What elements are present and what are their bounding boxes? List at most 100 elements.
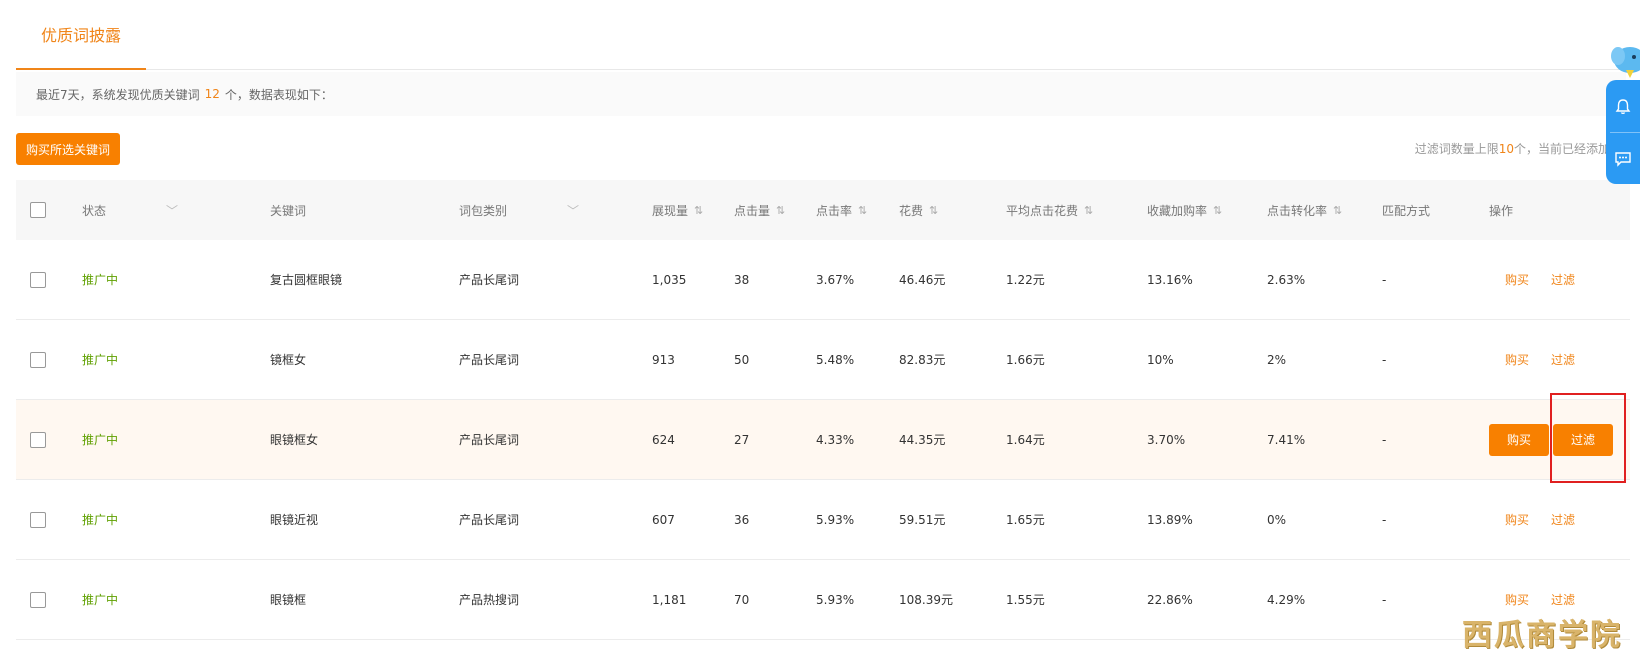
table-row: 推广中 眼镜框女 产品长尾词 624 27 4.33% 44.35元 1.64元…	[16, 400, 1630, 480]
cost-cell: 108.39元	[899, 593, 953, 607]
fav-cart-rate-cell: 13.89%	[1147, 512, 1193, 527]
filter-link[interactable]: 过滤	[1551, 271, 1575, 288]
notice-bar: 最近7天，系统发现优质关键词 12 个，数据表现如下：	[16, 72, 1626, 116]
fav-cart-rate-cell: 22.86%	[1147, 592, 1193, 607]
keyword-cell: 镜框女	[270, 353, 307, 367]
match-type-cell: -	[1382, 432, 1387, 447]
sort-icon[interactable]: ⇅	[1333, 204, 1342, 217]
sort-icon[interactable]: ⇅	[1213, 204, 1222, 217]
header-match-type: 匹配方式	[1382, 180, 1482, 240]
panel-divider	[1610, 132, 1640, 133]
status-cell: 推广中	[82, 273, 119, 287]
status-cell: 推广中	[82, 513, 119, 527]
buy-button[interactable]: 购买	[1489, 423, 1549, 456]
status-cell: 推广中	[82, 353, 119, 367]
row-checkbox[interactable]	[30, 591, 46, 608]
sort-icon[interactable]: ⇅	[929, 204, 938, 217]
notice-suffix: 个，数据表现如下：	[224, 87, 333, 102]
header-impressions[interactable]: 展现量 ⇅	[652, 180, 732, 240]
impressions-cell: 1,181	[652, 592, 687, 607]
row-checkbox[interactable]	[30, 431, 46, 448]
clicks-cell: 38	[734, 272, 750, 287]
row-select-cell	[30, 400, 60, 479]
header-clicks-label: 点击量	[734, 203, 771, 218]
filter-link[interactable]: 过滤	[1551, 351, 1575, 368]
chevron-down-icon[interactable]: ﹀	[166, 202, 178, 219]
avg-cpc-cell: 1.66元	[1006, 353, 1045, 367]
avg-cpc-cell: 1.65元	[1006, 513, 1045, 527]
buy-link[interactable]: 购买	[1505, 271, 1529, 288]
header-clicks[interactable]: 点击量 ⇅	[734, 180, 814, 240]
fav-cart-rate-cell: 10%	[1147, 352, 1174, 367]
chat-icon	[1615, 152, 1631, 167]
keyword-cell: 眼镜框女	[270, 433, 319, 447]
header-actions: 操作	[1489, 180, 1629, 240]
actions-cell: 购买 过滤	[1489, 320, 1629, 399]
table-header: 状态 ﹀ 关键词 词包类别 ﹀ 展现量 ⇅ 点击量 ⇅ 点击率 ⇅ 花费 ⇅ 平均点击花费 ⇅…	[16, 180, 1630, 240]
ctr-cell: 5.48%	[816, 352, 855, 367]
select-all-checkbox[interactable]	[30, 202, 46, 218]
chevron-down-icon[interactable]: ﹀	[567, 202, 579, 219]
header-fav-cart-rate[interactable]: 收藏加购率 ⇅	[1147, 180, 1267, 240]
impressions-cell: 607	[652, 512, 675, 527]
header-conversion-rate-label: 点击转化率	[1267, 203, 1328, 218]
actions-cell: 购买 过滤	[1489, 240, 1629, 319]
status-cell: 推广中	[82, 433, 119, 447]
sort-icon[interactable]: ⇅	[776, 204, 785, 217]
row-checkbox[interactable]	[30, 511, 46, 528]
cost-cell: 44.35元	[899, 433, 946, 447]
header-conversion-rate[interactable]: 点击转化率 ⇅	[1267, 180, 1387, 240]
filter-link[interactable]: 过滤	[1551, 591, 1575, 608]
filter-limit-prefix: 过滤词数量上限	[1414, 142, 1499, 156]
clicks-cell: 50	[734, 352, 750, 367]
header-category[interactable]: 词包类别 ﹀	[459, 180, 629, 240]
fav-cart-rate-cell: 13.16%	[1147, 272, 1193, 287]
category-cell: 产品热搜词	[459, 593, 520, 607]
header-keyword-label: 关键词	[270, 203, 307, 218]
header-cost[interactable]: 花费 ⇅	[899, 180, 999, 240]
match-type-cell: -	[1382, 352, 1387, 367]
ctr-cell: 3.67%	[816, 272, 855, 287]
sort-icon[interactable]: ⇅	[694, 204, 703, 217]
sort-icon[interactable]: ⇅	[1084, 204, 1093, 217]
annotation-highlight-box	[1550, 393, 1626, 483]
buy-link[interactable]: 购买	[1505, 591, 1529, 608]
header-avg-cpc[interactable]: 平均点击花费 ⇅	[1006, 180, 1146, 240]
header-actions-label: 操作	[1489, 203, 1514, 218]
mascot-icon	[1611, 47, 1640, 78]
table-row: 推广中 复古圆框眼镜 产品长尾词 1,035 38 3.67% 46.46元 1…	[16, 240, 1630, 320]
keyword-cell: 眼镜框	[270, 593, 307, 607]
notice-prefix: 最近7天，系统发现优质关键词	[36, 87, 200, 102]
header-status[interactable]: 状态 ﹀	[82, 180, 242, 240]
header-ctr-label: 点击率	[816, 203, 853, 218]
actions-cell: 购买 过滤	[1489, 480, 1629, 559]
filter-link[interactable]: 过滤	[1551, 511, 1575, 528]
conversion-rate-cell: 2.63%	[1267, 272, 1306, 287]
category-cell: 产品长尾词	[459, 513, 520, 527]
header-fav-cart-rate-label: 收藏加购率	[1147, 203, 1208, 218]
header-ctr[interactable]: 点击率 ⇅	[816, 180, 896, 240]
header-impressions-label: 展现量	[652, 203, 689, 218]
tab-quality-keywords[interactable]: 优质词披露	[16, 0, 146, 70]
clicks-cell: 36	[734, 512, 750, 527]
row-checkbox[interactable]	[30, 351, 46, 368]
watermark-logo: 西瓜商学院	[1462, 618, 1622, 653]
buy-selected-keywords-button[interactable]: 购买所选关键词	[16, 133, 120, 165]
keyword-cell: 复古圆框眼镜	[270, 273, 343, 287]
filter-limit-suffix: 个，当前已经添加	[1513, 142, 1610, 156]
ctr-cell: 5.93%	[816, 592, 855, 607]
chat-button[interactable]	[1606, 134, 1640, 184]
match-type-cell: -	[1382, 272, 1387, 287]
header-match-type-label: 匹配方式	[1382, 203, 1431, 218]
conversion-rate-cell: 7.41%	[1267, 432, 1306, 447]
buy-link[interactable]: 购买	[1505, 351, 1529, 368]
keyword-cell: 眼镜近视	[270, 513, 319, 527]
fav-cart-rate-cell: 3.70%	[1147, 432, 1186, 447]
row-checkbox[interactable]	[30, 271, 46, 288]
buy-link[interactable]: 购买	[1505, 511, 1529, 528]
cost-cell: 46.46元	[899, 273, 946, 287]
ctr-cell: 4.33%	[816, 432, 855, 447]
notification-button[interactable]	[1606, 82, 1640, 132]
filter-limit-num: 10	[1498, 142, 1514, 156]
sort-icon[interactable]: ⇅	[858, 204, 867, 217]
